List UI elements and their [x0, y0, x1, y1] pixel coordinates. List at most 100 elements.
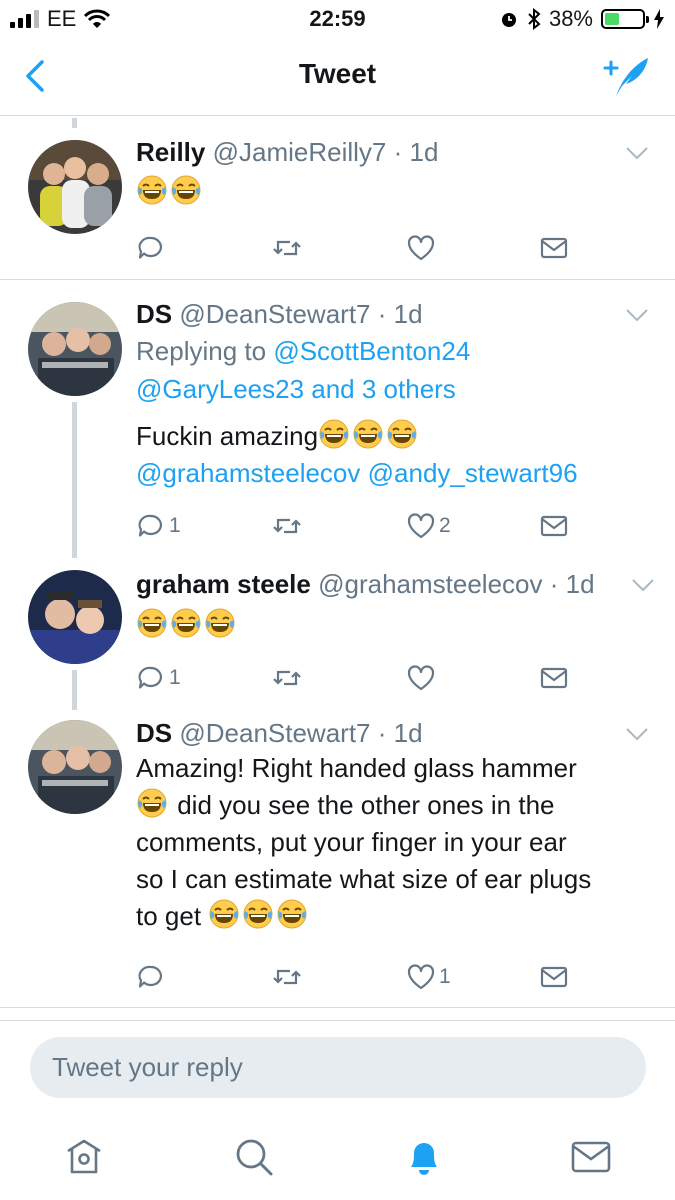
laughing-emoji-icon	[170, 174, 202, 206]
direct-message-button[interactable]	[539, 661, 569, 695]
tweet-actions	[136, 231, 576, 265]
tweet-text	[136, 607, 636, 644]
display-name[interactable]: graham steele	[136, 569, 311, 599]
tweet-reilly[interactable]: Reilly @JamieReilly7 · 1d	[0, 118, 675, 280]
chevron-down-icon[interactable]	[625, 726, 649, 742]
envelope-icon	[539, 962, 569, 992]
tweet-time: · 1d	[549, 569, 595, 599]
status-right: 38%	[499, 6, 665, 32]
direct-message-button[interactable]	[539, 231, 569, 265]
tweet-actions: 1 2	[136, 509, 576, 543]
heart-icon	[406, 962, 436, 992]
like-button[interactable]: 1	[406, 960, 451, 994]
direct-message-button[interactable]	[539, 509, 569, 543]
tweet-time: · 1d	[393, 137, 439, 167]
laughing-emoji-icon	[242, 898, 274, 930]
user-handle[interactable]: @grahamsteelecov	[318, 569, 542, 599]
divider	[0, 1020, 675, 1021]
tab-bar	[0, 1112, 675, 1200]
chevron-down-icon[interactable]	[631, 577, 655, 593]
heart-icon	[406, 511, 436, 541]
bluetooth-icon	[528, 8, 541, 30]
retweet-button[interactable]	[272, 661, 302, 695]
avatar[interactable]	[28, 570, 122, 664]
reply-button[interactable]: 1	[136, 509, 181, 543]
laughing-emoji-icon	[318, 418, 350, 450]
reply-input[interactable]	[30, 1037, 646, 1098]
tweet-header: DS @DeanStewart7 · 1d	[136, 299, 423, 330]
reply-button[interactable]	[136, 231, 169, 265]
retweet-icon	[272, 663, 302, 693]
heart-icon	[406, 663, 436, 693]
divider	[0, 1007, 675, 1008]
laughing-emoji-icon	[136, 787, 168, 819]
charging-icon	[654, 9, 664, 29]
mention-link[interactable]: @ScottBenton24	[273, 336, 470, 366]
direct-message-button[interactable]	[539, 960, 569, 994]
display-name[interactable]: DS	[136, 299, 172, 329]
home-icon[interactable]	[63, 1136, 105, 1178]
tweet-dean-stewart-2[interactable]: DS @DeanStewart7 · 1d Amazing! Right han…	[0, 710, 675, 1008]
retweet-button[interactable]	[272, 509, 302, 543]
envelope-icon	[539, 663, 569, 693]
laughing-emoji-icon	[386, 418, 418, 450]
battery-icon	[601, 9, 649, 29]
laughing-emoji-icon	[136, 174, 168, 206]
display-name[interactable]: DS	[136, 718, 172, 748]
laughing-emoji-icon	[276, 898, 308, 930]
mention-link[interactable]: @grahamsteelecov	[136, 458, 360, 488]
page-title: Tweet	[298, 58, 377, 89]
avatar[interactable]	[28, 720, 122, 814]
thread-line	[72, 402, 77, 558]
mention-link[interactable]: @andy_stewart96	[368, 458, 578, 488]
like-button[interactable]	[406, 661, 439, 695]
reply-icon	[136, 962, 166, 992]
tweet-graham-steele[interactable]: graham steele @grahamsteelecov · 1d 1	[0, 560, 675, 710]
reply-button[interactable]: 1	[136, 661, 181, 695]
notifications-bell-icon[interactable]	[403, 1136, 445, 1178]
tweet-dean-stewart[interactable]: DS @DeanStewart7 · 1d Replying to @Scott…	[0, 280, 675, 560]
display-name[interactable]: Reilly	[136, 137, 205, 167]
user-handle[interactable]: @DeanStewart7	[179, 299, 370, 329]
like-button[interactable]: 2	[406, 509, 451, 543]
tweet-actions: 1	[136, 960, 576, 994]
like-button[interactable]	[406, 231, 439, 265]
mention-link[interactable]: @GaryLees23 and 3 others	[136, 374, 456, 404]
chevron-down-icon[interactable]	[625, 307, 649, 323]
avatar[interactable]	[28, 302, 122, 396]
retweet-icon	[272, 233, 302, 263]
reply-button[interactable]	[136, 960, 169, 994]
reply-icon	[136, 663, 166, 693]
thread-line	[72, 118, 77, 128]
messages-envelope-icon[interactable]	[570, 1136, 612, 1178]
thread-line	[72, 670, 77, 710]
nav-bar: Tweet	[0, 38, 675, 116]
envelope-icon	[539, 511, 569, 541]
tweet-text: Fuckin amazing @grahamsteelecov @andy_st…	[136, 418, 636, 492]
reply-icon	[136, 233, 166, 263]
tweet-header: Reilly @JamieReilly7 · 1d	[136, 137, 438, 168]
retweet-icon	[272, 962, 302, 992]
chevron-down-icon[interactable]	[625, 145, 649, 161]
alarm-icon	[501, 13, 516, 27]
search-icon[interactable]	[233, 1136, 275, 1178]
laughing-emoji-icon	[136, 607, 168, 639]
avatar[interactable]	[28, 140, 122, 234]
laughing-emoji-icon	[208, 898, 240, 930]
tweet-header: DS @DeanStewart7 · 1d	[136, 718, 423, 749]
tweet-time: · 1d	[377, 718, 423, 748]
retweet-button[interactable]	[272, 960, 302, 994]
tweet-header: graham steele @grahamsteelecov · 1d	[136, 569, 595, 600]
compose-tweet-icon[interactable]	[602, 54, 650, 98]
user-handle[interactable]: @DeanStewart7	[179, 718, 370, 748]
tweet-actions: 1	[136, 661, 576, 695]
laughing-emoji-icon	[204, 607, 236, 639]
user-handle[interactable]: @JamieReilly7	[213, 137, 387, 167]
heart-icon	[406, 233, 436, 263]
reply-icon	[136, 511, 166, 541]
tweet-text: Amazing! Right handed glass hammer did y…	[136, 753, 592, 931]
retweet-button[interactable]	[272, 231, 302, 265]
status-bar: EE 22:59 38%	[0, 0, 675, 38]
tweet-time: · 1d	[377, 299, 423, 329]
envelope-icon	[539, 233, 569, 263]
